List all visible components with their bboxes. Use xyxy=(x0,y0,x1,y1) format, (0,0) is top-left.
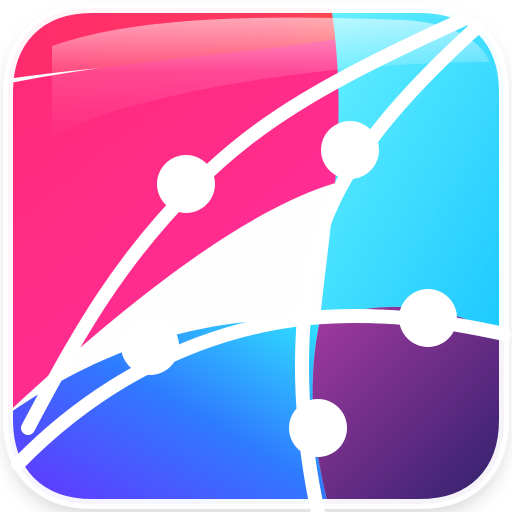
network-curve-icon xyxy=(3,3,511,512)
app-icon xyxy=(0,0,512,512)
